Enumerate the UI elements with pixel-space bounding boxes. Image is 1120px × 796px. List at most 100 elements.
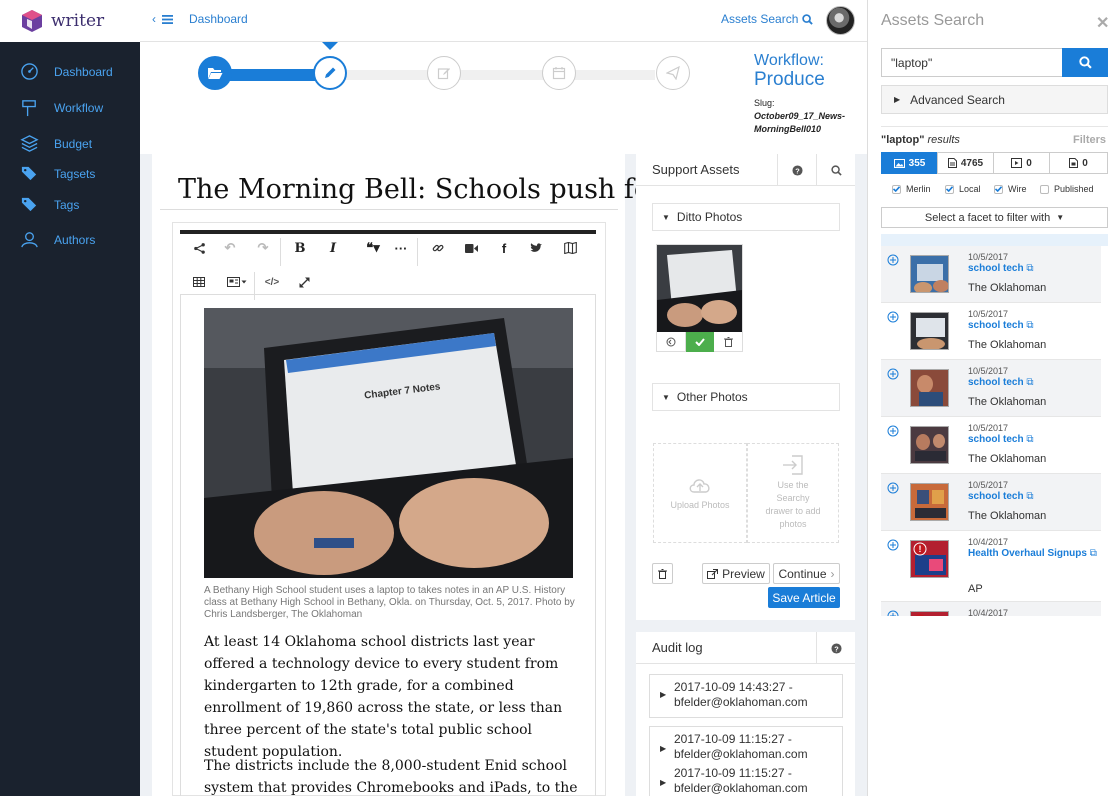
source-published-checkbox[interactable]: Published: [1040, 184, 1094, 194]
ditto-photos-toggle[interactable]: ▼ Ditto Photos: [652, 203, 840, 231]
result-item[interactable]: 10/5/2017 school tech ⧉ The Oklahoman: [881, 360, 1101, 417]
section-label: Other Photos: [676, 390, 748, 404]
support-search-button[interactable]: [816, 154, 855, 186]
undo-icon[interactable]: ↶: [220, 238, 240, 258]
italic-icon[interactable]: I: [323, 238, 343, 258]
step-edit[interactable]: [427, 56, 461, 90]
result-title-link[interactable]: school tech ⧉: [968, 263, 1034, 274]
result-item[interactable]: 10/4/2017: [881, 602, 1101, 616]
result-title-link[interactable]: school tech ⧉: [968, 320, 1034, 331]
share-icon[interactable]: [189, 238, 209, 258]
add-circle-icon[interactable]: [887, 368, 899, 380]
close-icon[interactable]: ✕: [1096, 13, 1109, 33]
advanced-search-toggle[interactable]: ▶ Advanced Search: [881, 85, 1108, 114]
video-icon[interactable]: [461, 238, 481, 258]
upload-photos-dropzone[interactable]: Upload Photos: [653, 443, 747, 543]
asset-search-input[interactable]: "laptop": [881, 48, 1063, 77]
sidebar-item-dashboard[interactable]: Dashboard: [20, 62, 113, 81]
quote-dropdown-icon[interactable]: ❝▾: [360, 238, 386, 258]
bold-icon[interactable]: B: [290, 238, 310, 258]
add-circle-icon[interactable]: [887, 539, 899, 551]
redo-icon[interactable]: ↷: [253, 238, 273, 258]
fullscreen-icon[interactable]: [294, 272, 314, 292]
signpost-icon: [22, 100, 36, 117]
source-local-checkbox[interactable]: Local: [945, 184, 981, 194]
step-produce[interactable]: [313, 56, 347, 90]
user-avatar[interactable]: [826, 6, 855, 35]
add-circle-icon[interactable]: [887, 482, 899, 494]
facet-dropdown[interactable]: Select a facet to filter with ▼: [881, 207, 1108, 228]
result-thumbnail: [910, 369, 949, 407]
step-schedule[interactable]: [542, 56, 576, 90]
searchy-hint-box: Use the Searchy drawer to add photos: [747, 443, 839, 543]
audit-entry[interactable]: ▶ 2017-10-09 11:15:27 - bfelder@oklahoma…: [649, 726, 843, 796]
embed-dropdown-icon[interactable]: [224, 272, 250, 292]
code-icon[interactable]: </>: [262, 272, 282, 292]
step-open[interactable]: [198, 56, 232, 90]
facebook-icon[interactable]: f: [494, 238, 514, 258]
result-title-link[interactable]: Health Overhaul Signups ⧉: [968, 548, 1098, 559]
slug-label: Slug:: [754, 98, 775, 108]
add-circle-icon[interactable]: [887, 311, 899, 323]
preview-button[interactable]: Preview: [702, 563, 770, 584]
article-photo[interactable]: Chapter 7 Notes: [204, 308, 573, 578]
slug-block: Slug: October09_17_News- MorningBell010: [754, 97, 845, 136]
other-photos-toggle[interactable]: ▼ Other Photos: [652, 383, 840, 411]
delete-article-button[interactable]: [652, 563, 673, 584]
asset-search-button[interactable]: [1062, 48, 1108, 77]
result-date: 10/5/2017: [968, 309, 1009, 319]
audit-entry[interactable]: ▶ 2017-10-09 14:43:27 - bfelder@oklahoma…: [649, 674, 843, 718]
breadcrumb-dashboard[interactable]: ‹ Dashboard: [152, 12, 248, 26]
filter-images-tab[interactable]: 355: [881, 152, 938, 174]
help-button[interactable]: ?: [777, 154, 816, 186]
support-assets-panel: Support Assets ? ▼ Ditto Photos ▼ Other …: [636, 154, 855, 620]
step-publish[interactable]: [656, 56, 690, 90]
support-assets-header: Support Assets ?: [636, 154, 855, 186]
source-wire-checkbox[interactable]: Wire: [994, 184, 1027, 194]
twitter-icon[interactable]: [526, 238, 546, 258]
continue-button[interactable]: Continue ›: [773, 563, 840, 584]
result-title-link[interactable]: school tech ⧉: [968, 434, 1034, 445]
filter-other-tab[interactable]: 0: [1049, 152, 1108, 174]
photo-caption[interactable]: A Bethany High School student uses a lap…: [204, 585, 584, 621]
add-circle-icon[interactable]: [887, 610, 899, 616]
filters-link[interactable]: Filters: [1073, 134, 1106, 146]
sidebar-item-authors[interactable]: Authors: [20, 230, 95, 249]
layers-icon: [20, 135, 39, 152]
caret-down-icon: ▼: [662, 212, 670, 222]
more-icon[interactable]: ···: [391, 238, 411, 258]
headline-input[interactable]: The Morning Bell: Schools push for: [178, 174, 663, 205]
source-merlin-checkbox[interactable]: Merlin: [892, 184, 931, 194]
result-title-link[interactable]: school tech ⧉: [968, 377, 1034, 388]
save-article-button[interactable]: Save Article: [768, 587, 840, 608]
sidebar-item-tagsets[interactable]: Tagsets: [20, 164, 95, 183]
map-icon[interactable]: [560, 238, 580, 258]
sidebar-item-tags[interactable]: Tags: [20, 195, 79, 214]
ditto-photo-card[interactable]: [656, 244, 743, 352]
result-item[interactable]: 10/5/2017 school tech ⧉ The Oklahoman: [881, 417, 1101, 474]
audit-help-button[interactable]: ?: [816, 632, 855, 664]
filter-documents-tab[interactable]: 4765: [937, 152, 994, 174]
add-circle-icon[interactable]: [887, 254, 899, 266]
result-title-link[interactable]: school tech ⧉: [968, 491, 1034, 502]
app-logo[interactable]: writer: [0, 0, 140, 42]
link-icon[interactable]: [428, 238, 448, 258]
result-item[interactable]: 10/5/2017 school tech ⧉ The Oklahoman: [881, 474, 1101, 531]
checkbox-unchecked-icon: [1040, 184, 1049, 194]
filter-videos-tab[interactable]: 0: [993, 152, 1050, 174]
sidebar-item-workflow[interactable]: Workflow: [20, 98, 103, 117]
assets-search-link[interactable]: Assets Search: [721, 12, 814, 26]
result-item[interactable]: ! 10/4/2017 Health Overhaul Signups ⧉ AP: [881, 531, 1101, 602]
result-item[interactable]: 10/5/2017 school tech ⧉ The Oklahoman: [881, 246, 1101, 303]
sidebar-item-budget[interactable]: Budget: [20, 134, 92, 153]
ditto-delete-button[interactable]: [714, 332, 742, 352]
add-circle-icon[interactable]: [887, 425, 899, 437]
ditto-restore-button[interactable]: [657, 332, 686, 352]
body-paragraph[interactable]: At least 14 Oklahoma school districts la…: [204, 631, 584, 763]
ditto-approve-button[interactable]: [686, 332, 714, 352]
body-paragraph[interactable]: The districts include the 8,000-student …: [204, 755, 584, 796]
panel-title: Audit log: [652, 640, 703, 655]
result-item[interactable]: 10/5/2017 school tech ⧉ The Oklahoman: [881, 303, 1101, 360]
table-icon[interactable]: [189, 272, 209, 292]
caret-right-icon: ▶: [660, 778, 667, 787]
